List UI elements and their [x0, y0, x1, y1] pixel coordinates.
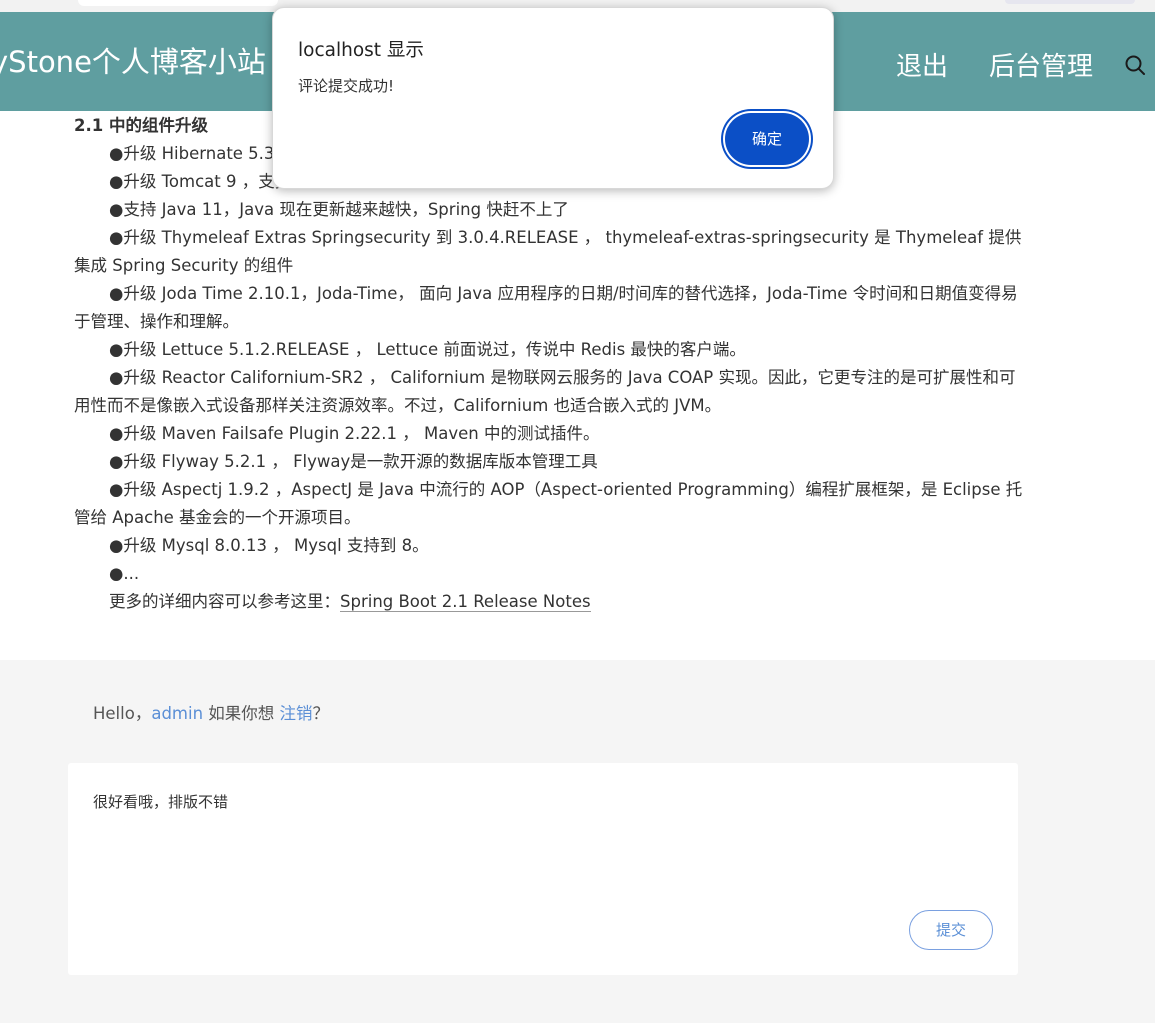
list-item: ●升级 Joda Time 2.10.1，Joda-Time， 面向 Java …: [74, 284, 1018, 331]
nav-logout-link[interactable]: 退出: [896, 46, 948, 83]
browser-address-bar[interactable]: [78, 0, 278, 6]
comment-section: Hello，admin 如果你想 注销？ 很好看哦，排版不错 提交: [0, 660, 1155, 1023]
list-item: ●升级 Thymeleaf Extras Springsecurity 到 3.…: [74, 228, 1022, 275]
site-title[interactable]: yStone个人博客小站: [0, 39, 266, 81]
list-item: ●升级 Flyway 5.2.1 ， Flyway是一款开源的数据库版本管理工具: [109, 452, 598, 471]
hello-prefix: Hello，: [93, 704, 152, 723]
list-item: ●升级 Aspectj 1.9.2 ，AspectJ 是 Java 中流行的 A…: [74, 480, 1023, 527]
release-notes-link[interactable]: Spring Boot 2.1 Release Notes: [340, 592, 591, 612]
username-link[interactable]: admin: [151, 704, 203, 723]
submit-comment-button[interactable]: 提交: [909, 910, 993, 950]
list-item: ●升级 Lettuce 5.1.2.RELEASE ， Lettuce 前面说过…: [109, 340, 746, 359]
list-item: ●升级 Mysql 8.0.13 ， Mysql 支持到 8。: [109, 536, 429, 555]
comment-textarea[interactable]: 很好看哦，排版不错 提交: [68, 763, 1018, 975]
comment-text-value: 很好看哦，排版不错: [93, 793, 229, 811]
hello-line: Hello，admin 如果你想 注销？: [93, 700, 329, 724]
list-item: ●...: [109, 564, 140, 583]
dialog-message: 评论提交成功!: [298, 77, 395, 95]
list-item: ●升级 Maven Failsafe Plugin 2.22.1 ， Maven…: [109, 424, 600, 443]
alert-dialog: localhost 显示 评论提交成功! 确定: [272, 7, 834, 189]
dialog-ok-button[interactable]: 确定: [725, 113, 809, 165]
logout-link[interactable]: 注销: [280, 704, 313, 723]
browser-toolbar-area: [1005, 0, 1135, 4]
list-item: ●升级 Reactor Californium-SR2 ， Californiu…: [74, 368, 1016, 415]
hello-suffix: ？: [312, 704, 330, 723]
list-item: ●支持 Java 11，Java 现在更新越来越快，Spring 快赶不上了: [109, 200, 569, 219]
hello-middle: 如果你想: [203, 704, 280, 723]
more-info-prefix: 更多的详细内容可以参考这里：: [109, 592, 340, 611]
more-info-line: 更多的详细内容可以参考这里：Spring Boot 2.1 Release No…: [74, 588, 1024, 616]
nav-admin-link[interactable]: 后台管理: [989, 46, 1093, 83]
dialog-title: localhost 显示: [298, 40, 424, 61]
search-icon[interactable]: [1124, 54, 1146, 76]
